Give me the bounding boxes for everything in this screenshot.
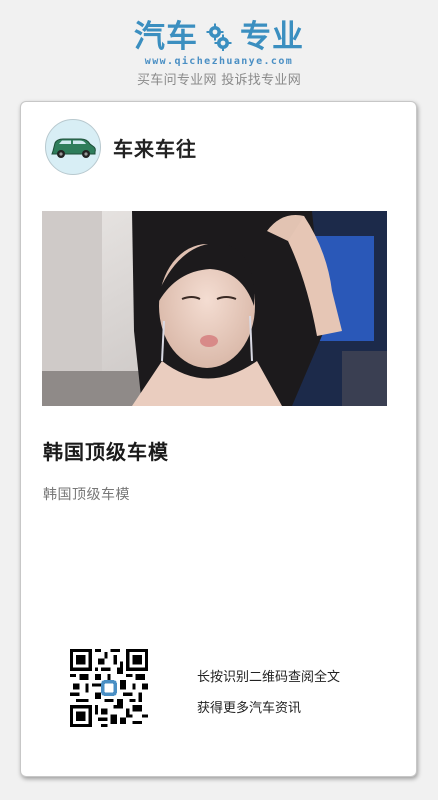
brand-slogan: 买车问专业网 投诉找专业网 <box>136 73 302 88</box>
brand-logo: 汽车 专业 <box>0 14 438 60</box>
cover-photo <box>42 211 387 406</box>
brand-name-part2: 专业 <box>240 19 304 55</box>
brand-header: 汽车 专业 www.qichezhuanye.com 买车问专业网 投诉找专业网 <box>0 14 438 88</box>
qr-caption-line2: 获得更多汽车资讯 <box>197 701 302 716</box>
article-title[interactable]: 韩国顶级车模 <box>43 436 169 465</box>
cover-image[interactable] <box>42 211 387 406</box>
qr-caption-line1: 长按识别二维码查阅全文 <box>197 670 341 685</box>
brand-domain: www.qichezhuanye.com <box>144 56 294 67</box>
qr-code-icon[interactable] <box>70 649 148 727</box>
gear-icon <box>206 23 232 51</box>
qr-caption: 长按识别二维码查阅全文 获得更多汽车资讯 <box>197 662 340 724</box>
author-name[interactable]: 车来车往 <box>113 133 197 162</box>
car-icon <box>51 138 96 158</box>
author-header[interactable]: 车来车往 <box>45 119 197 175</box>
avatar[interactable] <box>45 119 101 175</box>
article-card[interactable]: 车来车往 韩国顶级车模 韩国顶级车模 长按识别二维码查阅全文 获得更多汽车资讯 <box>20 101 417 777</box>
brand-name-part1: 汽车 <box>134 19 198 55</box>
article-summary: 韩国顶级车模 <box>43 487 130 503</box>
